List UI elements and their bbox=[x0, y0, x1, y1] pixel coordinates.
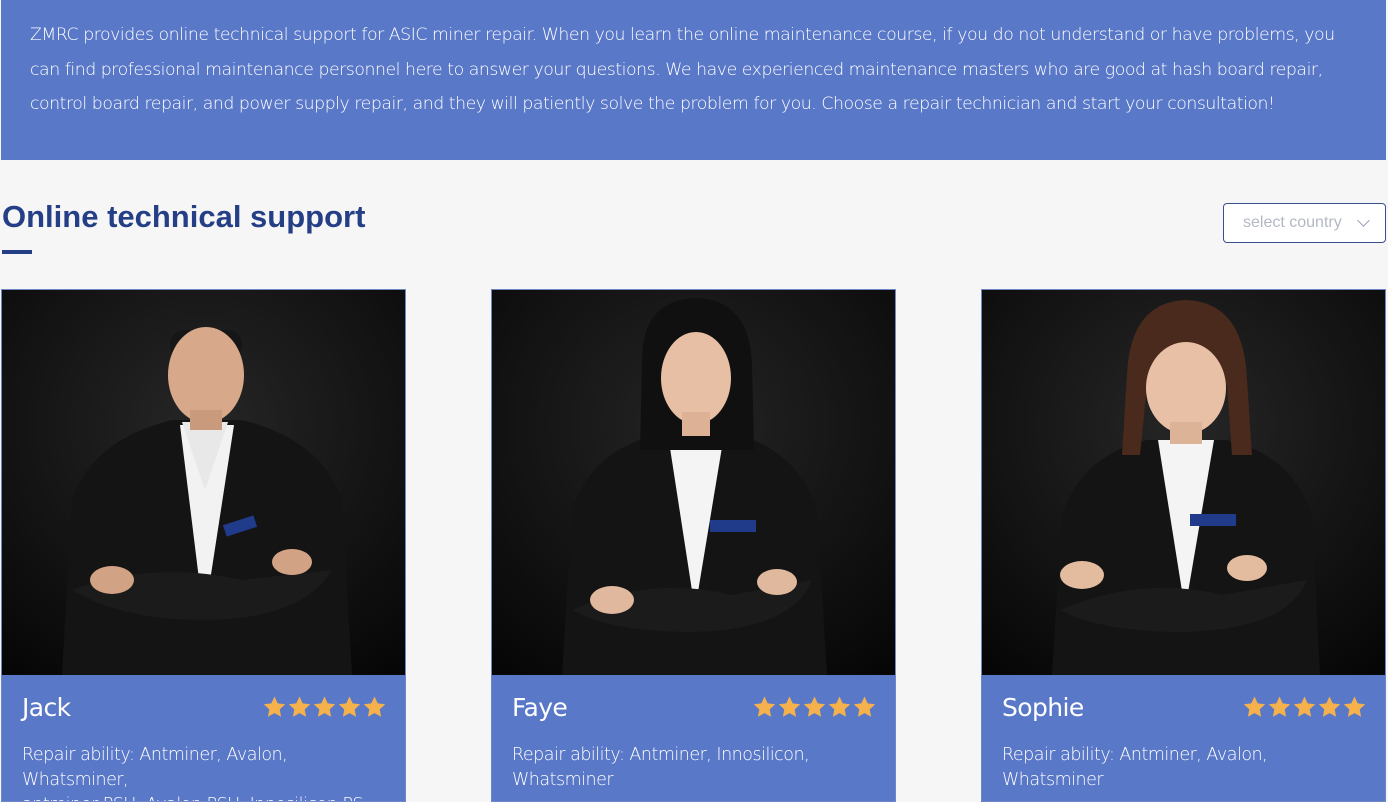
star-icon bbox=[313, 696, 336, 717]
star-icon bbox=[828, 696, 851, 717]
repair-ability-line: Repair ability: Antminer, Avalon, Whatsm… bbox=[1002, 745, 1268, 790]
technician-photo bbox=[492, 290, 895, 675]
technician-card-jack[interactable]: Jack Repair ability: Antminer, Avalon, W… bbox=[1, 289, 406, 802]
star-icon bbox=[753, 696, 776, 717]
chevron-down-icon bbox=[1357, 214, 1370, 227]
star-icon bbox=[853, 696, 876, 717]
technician-name: Jack bbox=[22, 693, 71, 722]
technician-card-sophie[interactable]: Sophie Repair ability: Antminer, Avalon,… bbox=[981, 289, 1386, 802]
rating-stars bbox=[1242, 695, 1367, 719]
technician-info: Faye Repair ability: Antminer, Innosilic… bbox=[492, 675, 895, 801]
repair-ability: Repair ability: Antminer, Innosilicon, W… bbox=[512, 743, 882, 793]
repair-ability: Repair ability: Antminer, Avalon, Whatsm… bbox=[22, 743, 392, 801]
intro-banner: ZMRC provides online technical support f… bbox=[1, 0, 1386, 160]
repair-ability-line: antminer PSU, Avalon PSU, Innosilicon PS… bbox=[22, 793, 392, 801]
technician-info: Sophie Repair ability: Antminer, Avalon,… bbox=[982, 675, 1385, 801]
page-title: Online technical support bbox=[2, 199, 366, 234]
rating-stars bbox=[262, 695, 387, 719]
repair-ability: Repair ability: Antminer, Avalon, Whatsm… bbox=[1002, 743, 1372, 793]
intro-text: ZMRC provides online technical support f… bbox=[30, 25, 1335, 114]
star-icon bbox=[1268, 696, 1291, 717]
repair-ability-line: Repair ability: Antminer, Innosilicon, bbox=[512, 745, 810, 765]
technician-photo bbox=[2, 290, 405, 675]
star-icon bbox=[778, 696, 801, 717]
title-underline bbox=[2, 250, 32, 254]
country-select-placeholder: select country bbox=[1243, 214, 1342, 231]
rating-stars bbox=[752, 695, 877, 719]
star-icon bbox=[363, 696, 386, 717]
star-icon bbox=[263, 696, 286, 717]
star-icon bbox=[1318, 696, 1341, 717]
star-icon bbox=[803, 696, 826, 717]
star-icon bbox=[338, 696, 361, 717]
star-icon bbox=[1343, 696, 1366, 717]
technician-name: Sophie bbox=[1002, 693, 1084, 722]
technician-photo bbox=[982, 290, 1385, 675]
repair-ability-line: Repair ability: Antminer, Avalon, Whatsm… bbox=[22, 745, 288, 790]
star-icon bbox=[1293, 696, 1316, 717]
technician-card-faye[interactable]: Faye Repair ability: Antminer, Innosilic… bbox=[491, 289, 896, 802]
technician-info: Jack Repair ability: Antminer, Avalon, W… bbox=[2, 675, 405, 801]
country-select[interactable]: select country bbox=[1223, 203, 1386, 243]
repair-ability-line: Whatsminer bbox=[512, 770, 614, 790]
star-icon bbox=[288, 696, 311, 717]
star-icon bbox=[1243, 696, 1266, 717]
technician-name: Faye bbox=[512, 693, 568, 722]
